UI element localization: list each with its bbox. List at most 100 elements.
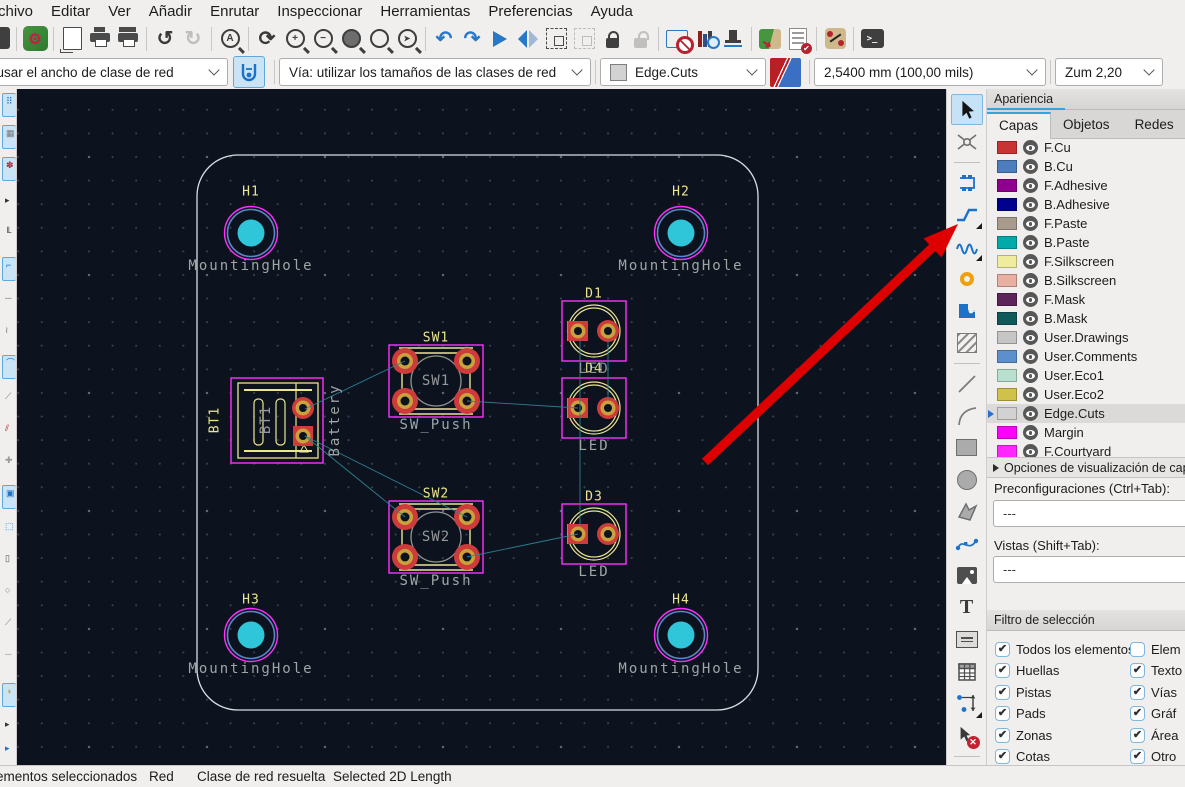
layer-row[interactable]: Margin <box>987 423 1185 442</box>
layer-color-swatch[interactable] <box>997 369 1017 382</box>
visibility-eye-icon[interactable] <box>1023 254 1038 269</box>
menu-editar[interactable]: Editar <box>42 3 99 20</box>
grid-dots-icon[interactable]: ⠿ <box>2 93 16 117</box>
menu-preferencias[interactable]: Preferencias <box>479 3 581 20</box>
grid-edit-icon[interactable]: ▦ <box>2 125 16 149</box>
layer-color-swatch[interactable] <box>997 160 1017 173</box>
refresh-icon[interactable]: ⟳ <box>253 25 281 53</box>
layer-row[interactable]: User.Eco1 <box>987 366 1185 385</box>
zoom-fit-objects-icon[interactable] <box>365 25 393 53</box>
pad-display-icon[interactable]: ✚ <box>2 453 15 475</box>
units-inch-icon[interactable]: ▸ <box>2 193 15 215</box>
menu-archivo[interactable]: chivo <box>0 3 42 20</box>
filter-texto[interactable]: ✔ Texto <box>1130 663 1185 679</box>
zoom-out-icon[interactable]: − <box>309 25 337 53</box>
layer-color-swatch[interactable] <box>997 274 1017 287</box>
visibility-eye-icon[interactable] <box>1023 178 1038 193</box>
draw-bezier-tool[interactable] <box>951 528 983 559</box>
footprint-h2[interactable] <box>653 205 709 261</box>
group-icon[interactable] <box>542 25 570 53</box>
place-text-tool[interactable]: T <box>951 592 983 623</box>
visibility-eye-icon[interactable] <box>1023 330 1038 345</box>
filter-todos[interactable]: ✔ Todos los elementos <box>995 641 1135 657</box>
menu-ver[interactable]: Ver <box>99 3 140 20</box>
place-image-tool[interactable] <box>951 560 983 591</box>
menu-ayuda[interactable]: Ayuda <box>582 3 642 20</box>
layer-row[interactable]: F.Paste <box>987 214 1185 233</box>
measure-icon[interactable]: ⟋ <box>2 615 15 637</box>
visibility-eye-icon[interactable] <box>1023 444 1038 457</box>
visibility-eye-icon[interactable] <box>1023 197 1038 212</box>
flip-board-view-icon[interactable] <box>514 25 542 53</box>
menu-herramientas[interactable]: Herramientas <box>371 3 479 20</box>
zoom-dropdown[interactable]: Zum 2,20 <box>1055 58 1163 86</box>
visibility-eye-icon[interactable] <box>1023 292 1038 307</box>
menu-enrutar[interactable]: Enrutar <box>201 3 268 20</box>
visibility-eye-icon[interactable] <box>1023 159 1038 174</box>
layer-row[interactable]: B.Cu <box>987 157 1185 176</box>
filter-otros[interactable]: ✔ Otro <box>1130 749 1185 765</box>
filter-elementos-bloqueados[interactable]: Elem <box>1130 641 1185 657</box>
filter-pistas[interactable]: ✔ Pistas <box>995 684 1135 700</box>
save-icon[interactable] <box>0 26 12 51</box>
layer-row[interactable]: User.Comments <box>987 347 1185 366</box>
plot-icon[interactable] <box>114 25 142 53</box>
scripting-console-icon[interactable]: >_ <box>858 25 886 53</box>
print-icon[interactable] <box>86 25 114 53</box>
rule-area-tool[interactable] <box>951 327 983 358</box>
draw-arc-tool[interactable] <box>951 400 983 431</box>
layer-color-swatch[interactable] <box>997 293 1017 306</box>
undo-icon[interactable]: ↺ <box>151 25 179 53</box>
delete-tool[interactable]: ✕ <box>951 720 983 751</box>
layer-row[interactable]: B.Silkscreen <box>987 271 1185 290</box>
via-posture-button[interactable] <box>233 56 265 88</box>
polar-coords-icon[interactable]: ✽ <box>2 157 16 181</box>
menu-inspeccionar[interactable]: Inspeccionar <box>268 3 371 20</box>
forward-icon[interactable] <box>486 25 514 53</box>
layer-row[interactable]: F.Silkscreen <box>987 252 1185 271</box>
tab-redes[interactable]: Redes <box>1122 111 1185 138</box>
net-inspector-icon[interactable] <box>821 25 849 53</box>
visibility-eye-icon[interactable] <box>1023 140 1038 155</box>
redo-from-list-icon[interactable]: ↷ <box>458 25 486 53</box>
presets-dropdown[interactable]: --- <box>993 500 1185 527</box>
layer-row[interactable]: User.Eco2 <box>987 385 1185 404</box>
layer-color-swatch[interactable] <box>997 312 1017 325</box>
page-border-icon[interactable]: ▯ <box>2 551 15 573</box>
zone-display-icon[interactable]: ▣ <box>2 485 16 509</box>
footprint-editor-check-icon[interactable] <box>663 25 694 54</box>
visibility-eye-icon[interactable] <box>1023 235 1038 250</box>
draw-zone-tool[interactable] <box>951 295 983 326</box>
visibility-eye-icon[interactable] <box>1023 273 1038 288</box>
visibility-eye-icon[interactable] <box>1023 387 1038 402</box>
library-browser-icon[interactable] <box>691 25 720 53</box>
flip-left-icon[interactable]: ▸ <box>2 717 15 739</box>
units-mm-icon[interactable]: ⌐ <box>2 257 16 281</box>
active-layer-dropdown[interactable]: Edge.Cuts <box>600 58 766 86</box>
tab-capas[interactable]: Capas <box>987 112 1052 139</box>
filter-areas[interactable]: ✔ Área <box>1130 727 1185 743</box>
highlight-net-tool[interactable] <box>951 126 983 157</box>
units-mil-icon[interactable]: ╙ <box>2 225 15 247</box>
footprint-bt1[interactable] <box>230 377 324 464</box>
filter-cotas[interactable]: ✔ Cotas <box>995 749 1135 765</box>
zoom-fit-page-icon[interactable] <box>337 25 365 53</box>
views-dropdown[interactable]: --- <box>993 556 1185 583</box>
curved-ratsnest-icon[interactable]: ⌒ <box>2 355 16 379</box>
visibility-eye-icon[interactable] <box>1023 425 1038 440</box>
place-footprint-tool[interactable] <box>951 167 983 198</box>
track-display-icon[interactable]: ⟋ <box>2 389 15 411</box>
menu-anadir[interactable]: Añadir <box>140 3 201 20</box>
zone-outline-icon[interactable]: ⬚ <box>2 519 15 541</box>
drc-check-icon[interactable] <box>784 25 812 54</box>
zoom-in-icon[interactable]: + <box>281 25 309 53</box>
layer-display-options-header[interactable]: Opciones de visualización de cap <box>987 457 1185 478</box>
layer-color-swatch[interactable] <box>997 388 1017 401</box>
page-settings-icon[interactable] <box>58 25 86 53</box>
tune-length-tool[interactable] <box>951 231 983 262</box>
track-width-dropdown[interactable]: ista: usar el ancho de clase de red <box>0 58 228 86</box>
footprint-d1[interactable] <box>561 300 627 362</box>
lock-icon[interactable] <box>598 25 626 53</box>
drill-origin-icon[interactable] <box>719 25 747 53</box>
ratsnest-toggle-icon[interactable]: ≀ <box>2 323 15 345</box>
